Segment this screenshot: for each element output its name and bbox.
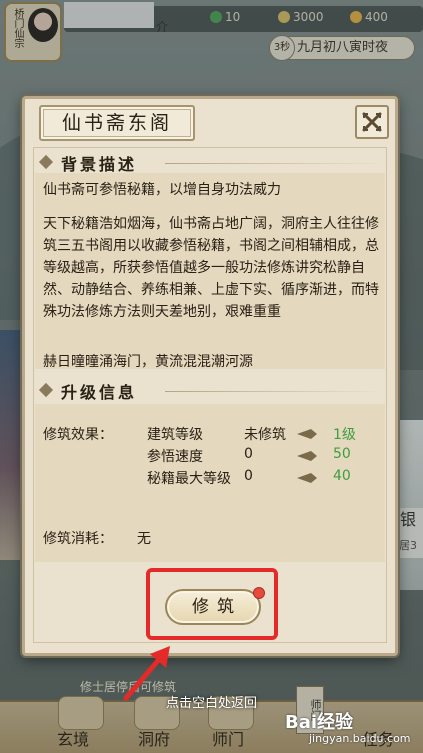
stat-current: 0 xyxy=(244,446,253,462)
upgrade-row-max-level: 秘籍最大等级 0 40 xyxy=(147,468,377,490)
section-title-upgrade: 升级信息 xyxy=(61,383,138,402)
pointer-arrow-icon xyxy=(123,646,170,701)
stat-next: 1级 xyxy=(333,427,356,443)
highlight-box xyxy=(146,568,278,640)
baidu-watermark: Bai经验 jingyan.baidu.com xyxy=(285,708,415,748)
arrow-right-icon xyxy=(297,473,317,483)
section-divider xyxy=(165,163,385,164)
upgrade-row-level: 建筑等级 未修筑 1级 xyxy=(147,424,377,446)
upgrade-row-speed: 参悟速度 0 50 xyxy=(147,446,377,468)
baidu-logo: Bai经验 xyxy=(285,712,354,733)
modal-title: 仙书斋东阁 xyxy=(61,112,172,134)
stat-name: 建筑等级 xyxy=(147,427,203,443)
stat-current: 未修筑 xyxy=(244,427,286,443)
description-paragraph: 天下秘籍浩如烟海，仙书斋占地广阔，洞府主人往往修筑三五书阁用以收藏参悟秘籍，书阁… xyxy=(43,216,379,320)
section-title-background: 背景描述 xyxy=(61,155,138,174)
description-poem-line: 赫日曈曈涌海门，黄流混混潮河源 xyxy=(43,354,253,369)
upgrade-info: 修筑效果： 建筑等级 未修筑 1级 参悟速度 0 50 秘籍最大等级 0 40 … xyxy=(35,404,385,562)
modal-title-plate: 仙书斋东阁 xyxy=(39,105,195,141)
background-description[interactable]: 仙书斋可参悟秘籍，以增自身功法威力 天下秘籍浩如烟海，仙书斋占地广阔，洞府主人往… xyxy=(35,173,385,369)
build-cost-value: 无 xyxy=(137,531,151,547)
diamond-icon xyxy=(38,382,54,398)
stat-current: 0 xyxy=(244,468,253,484)
section-header-upgrade: 升级信息 xyxy=(35,377,389,405)
arrow-right-icon xyxy=(297,429,317,439)
watermark-url: jingyan.baidu.com xyxy=(309,732,411,745)
section-divider xyxy=(165,391,385,392)
stat-next: 50 xyxy=(333,446,351,462)
stat-name: 秘籍最大等级 xyxy=(147,471,231,487)
build-cost-label: 修筑消耗： xyxy=(43,531,113,547)
stat-name: 参悟速度 xyxy=(147,449,203,465)
description-summary: 仙书斋可参悟秘籍，以增自身功法威力 xyxy=(43,182,281,198)
stat-next: 40 xyxy=(333,468,351,484)
diamond-icon xyxy=(38,154,54,170)
build-effect-label: 修筑效果： xyxy=(43,427,113,443)
arrow-right-icon xyxy=(297,451,317,461)
close-icon xyxy=(362,112,382,132)
close-button[interactable] xyxy=(355,105,389,139)
watermark-logo: Bai经验 xyxy=(285,708,353,734)
